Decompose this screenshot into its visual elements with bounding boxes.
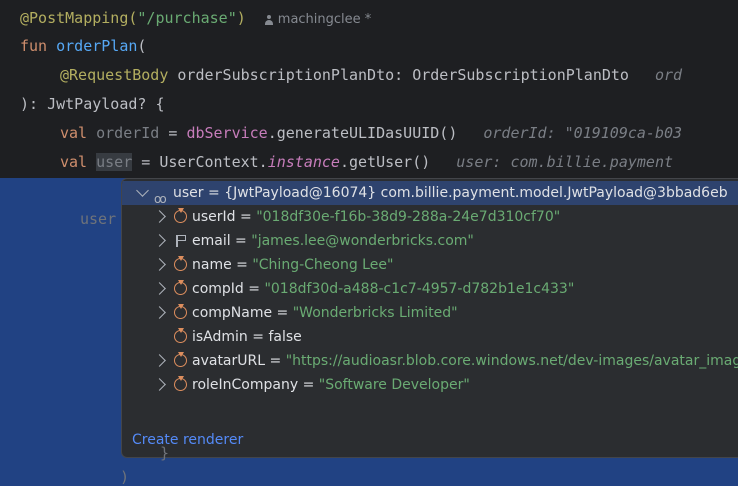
field-value: "https://audioasr.blob.core.windows.net/… [285,353,738,369]
field-icon [174,258,187,271]
create-renderer-link[interactable]: Create renderer [132,432,243,448]
paren-open: ( [137,37,147,55]
field-value: "Wonderbricks Limited" [292,305,458,321]
assign-op: = [159,124,187,142]
ghost-code-paren: ) [120,468,130,486]
field-icon [174,330,187,343]
chevron-down-icon[interactable] [136,184,149,197]
ghost-code-user: user [80,210,117,228]
field-row-isadmin[interactable]: isAdmin = false [122,325,738,349]
field-icon [174,354,187,367]
code-line-2: fun orderPlan( [20,34,146,58]
code-line-1: @PostMapping("/purchase") machingclee * [20,6,371,30]
inlay-hint-param: ord [654,66,683,84]
chevron-right-icon[interactable] [153,258,166,271]
field-name: avatarURL [192,353,266,369]
root-value: {JwtPayload@16074} com.billie.payment.mo… [224,185,728,201]
inlay-hint-user: user: com.billie.payment [456,153,674,171]
method-call-generate[interactable]: .generateULIDasUUID() [268,124,458,142]
usercontext-ref[interactable]: = UserContext. [132,153,267,171]
chevron-right-icon[interactable] [153,354,166,367]
field-name: email [192,233,231,249]
field-name: compName [192,305,273,321]
flag-icon [176,235,186,247]
field-name: userId [192,209,236,225]
author-name: machingclee * [277,12,372,27]
chevron-right-icon[interactable] [153,378,166,391]
field-row-compname[interactable]: compName = "Wonderbricks Limited" [122,301,738,325]
annotation-requestbody: @RequestBody [60,66,178,84]
variable-orderid[interactable]: orderId [96,124,159,142]
author-annotation[interactable]: machingclee * [264,12,372,27]
chevron-right-icon[interactable] [153,234,166,247]
popup-root-row[interactable]: oo user = {JwtPayload@16074} com.billie.… [122,181,738,206]
val-keyword: val [60,124,97,142]
instance-property[interactable]: instance [268,153,340,171]
field-row-userid[interactable]: userId = "018df30e-f16b-38d9-288a-24e7d3… [122,205,738,229]
field-value: "Ching-Cheong Lee" [252,257,394,273]
chevron-right-icon[interactable] [153,282,166,295]
debugger-value-popup[interactable]: oo user = {JwtPayload@16074} com.billie.… [121,178,738,458]
root-name: user [173,185,204,201]
code-line-4: ): JwtPayload? { [20,92,165,116]
field-name: name [192,257,232,273]
annotation-postmapping: @PostMapping( [20,9,138,27]
field-value: false [268,329,302,345]
parameter-declaration: orderSubscriptionPlanDto: OrderSubscript… [177,66,629,84]
route-string: "/purchase" [137,9,237,27]
field-row-roleincompany[interactable]: roleInCompany = "Software Developer" [122,373,738,397]
code-line-3: @RequestBody orderSubscriptionPlanDto: O… [60,63,682,87]
field-icon [174,210,187,223]
field-icon [174,282,187,295]
val-keyword: val [60,153,97,171]
field-value: "018df30e-f16b-38d9-288a-24e7d310cf70" [256,209,561,225]
return-type: ): JwtPayload? { [20,95,165,113]
field-name: roleInCompany [192,377,299,393]
field-name: isAdmin [192,329,248,345]
variable-user[interactable]: user [96,153,133,171]
field-row-email[interactable]: email = "james.lee@wonderbricks.com" [122,229,738,253]
field-value: "Software Developer" [318,377,470,393]
field-row-compid[interactable]: compId = "018df30d-a488-c1c7-4957-d782b1… [122,277,738,301]
field-icon [174,306,187,319]
annotation-close: ) [236,9,246,27]
ghost-code-brace: } [160,444,170,462]
field-row-avatarurl[interactable]: avatarURL = "https://audioasr.blob.core.… [122,349,738,373]
chevron-right-icon[interactable] [153,210,166,223]
field-row-name[interactable]: name = "Ching-Cheong Lee" [122,253,738,277]
function-name: orderPlan [56,37,138,55]
inlay-hint-orderid: orderId: "019109ca-b03 [483,124,683,142]
field-name: compId [192,281,244,297]
field-value: "james.lee@wonderbricks.com" [251,233,474,249]
person-icon [264,14,274,25]
chevron-right-icon[interactable] [153,306,166,319]
code-line-5: val orderId = dbService.generateULIDasUU… [60,121,682,145]
dbservice-ref[interactable]: dbService [186,124,267,142]
code-line-6: val user = UserContext.instance.getUser(… [60,150,673,174]
method-call-getuser[interactable]: .getUser() [340,153,430,171]
fun-keyword: fun [20,37,57,55]
field-icon [174,378,187,391]
field-value: "018df30d-a488-c1c7-4957-d782b1e1c433" [264,281,575,297]
